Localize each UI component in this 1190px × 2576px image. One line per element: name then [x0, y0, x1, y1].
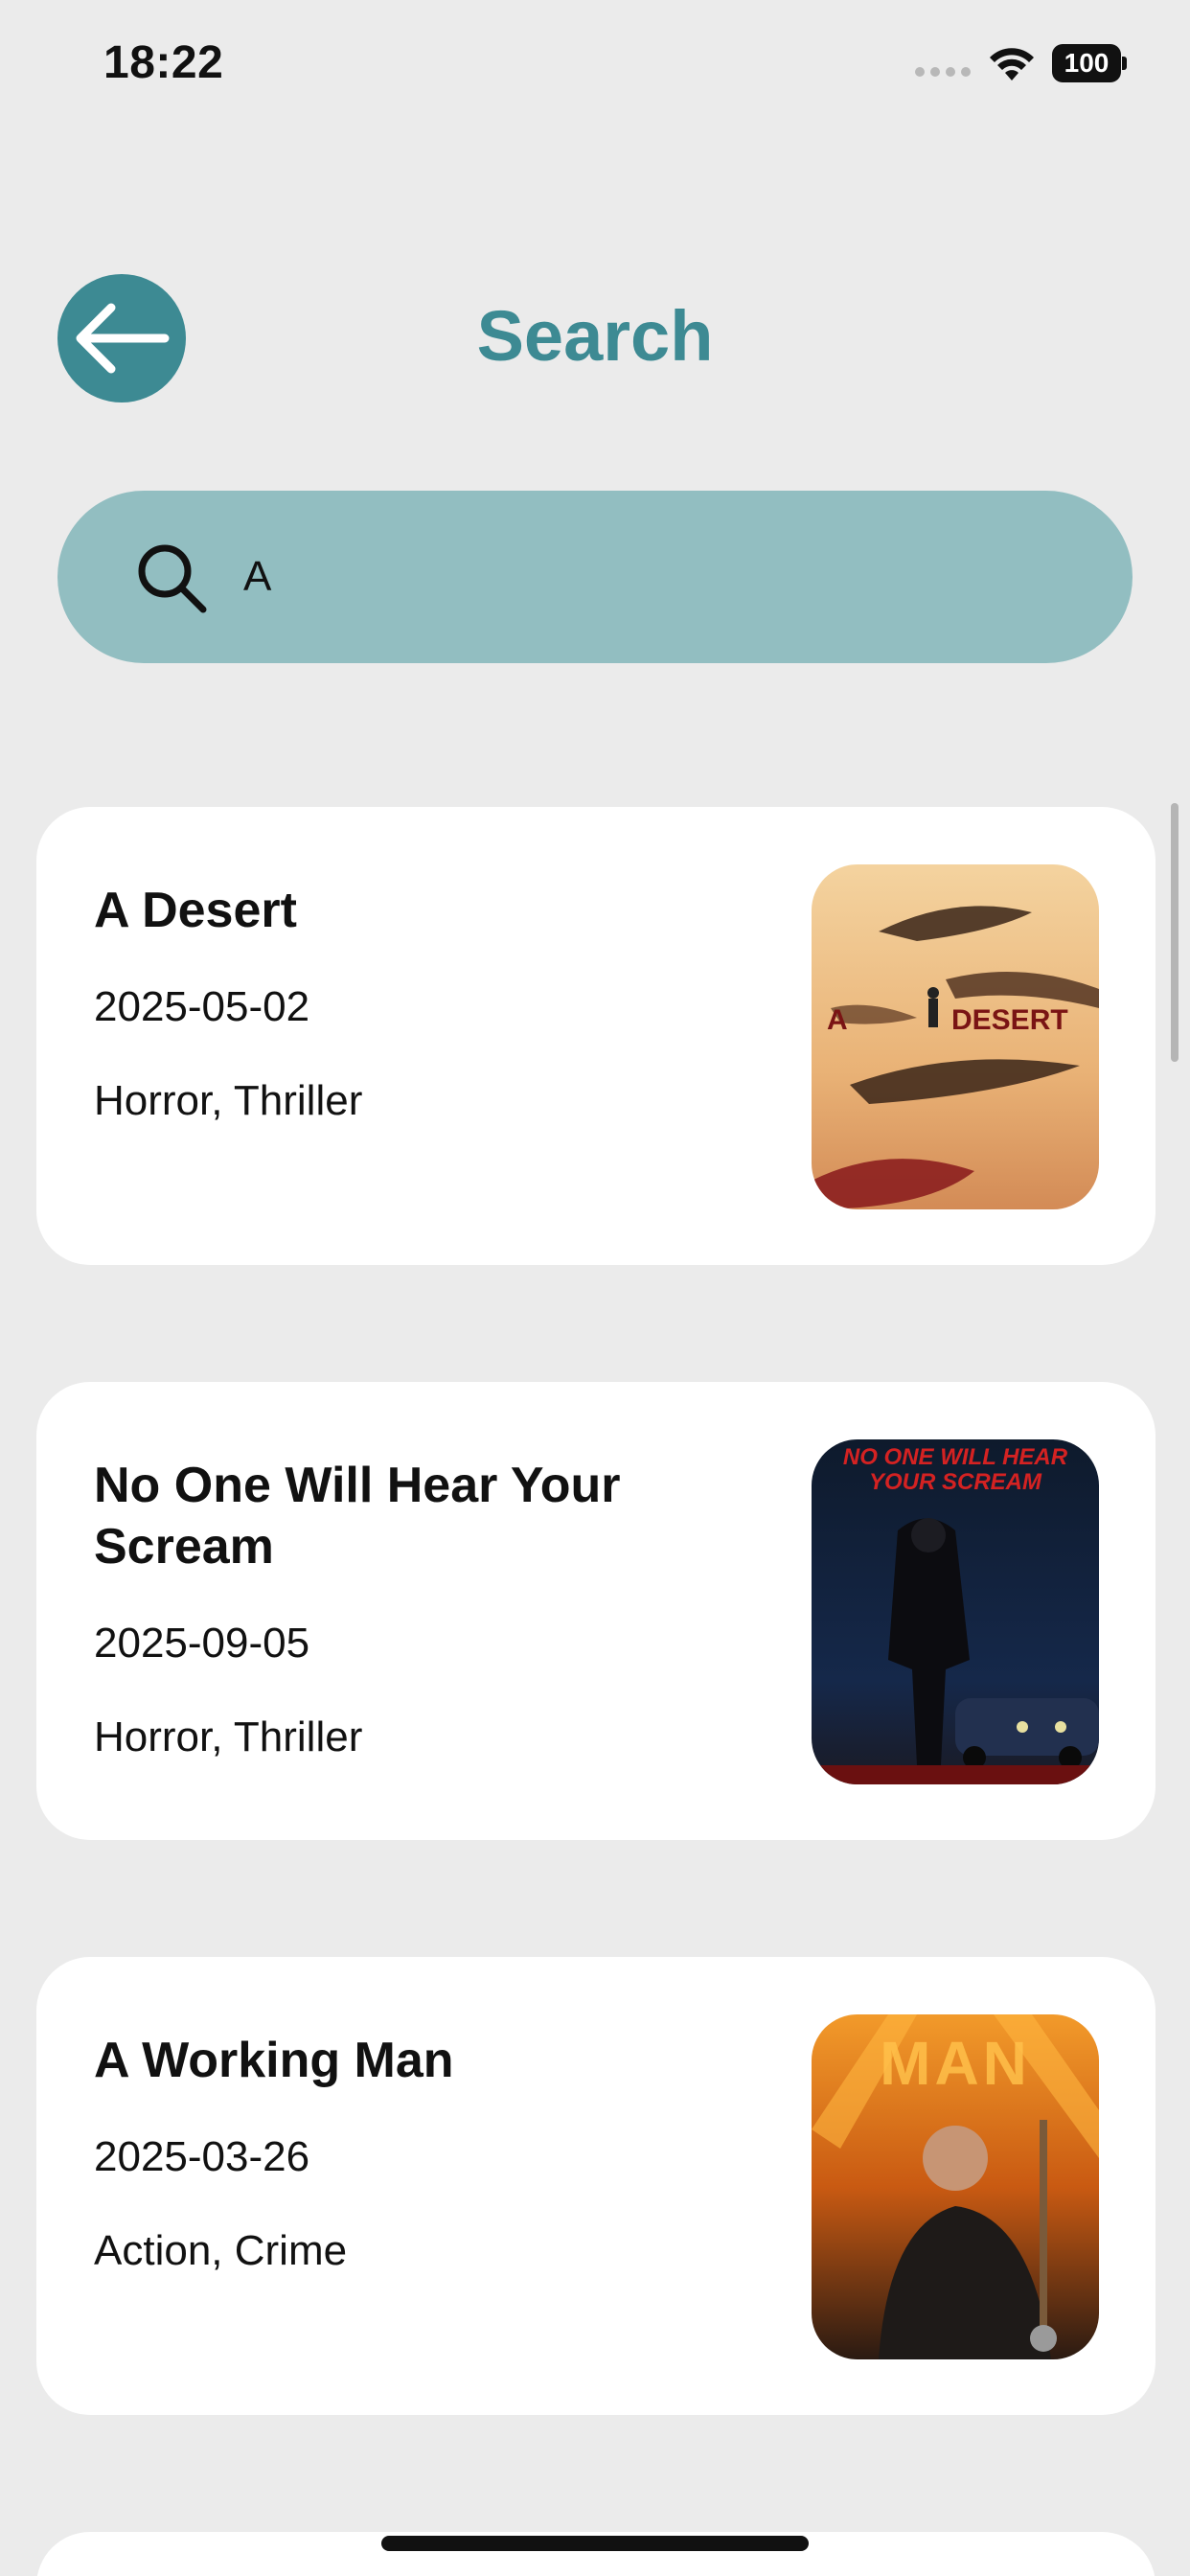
movie-title: A Desert: [94, 883, 297, 938]
release-date: 2025-09-05: [94, 1620, 310, 1667]
movie-genres: Action, Crime: [94, 2227, 348, 2274]
movie-poster: MAN: [812, 2014, 1099, 2359]
page-title: Search: [476, 296, 714, 376]
result-card[interactable]: A Desert 2025-05-02 Horror, Thriller A D…: [36, 807, 1156, 1265]
search-icon: [138, 544, 207, 613]
movie-poster: NO ONE WILL HEAR YOUR SCREAM: [812, 1439, 1099, 1784]
result-card[interactable]: No One Will Hear Your Scream 2025-09-05 …: [36, 1382, 1156, 1840]
movie-poster: A DESERT: [812, 864, 1099, 1209]
release-date: 2025-03-26: [94, 2133, 310, 2180]
battery-level: 100: [1052, 44, 1121, 82]
poster-title-left: A: [827, 1004, 848, 1036]
poster-title: MAN: [880, 2029, 1031, 2098]
movie-title: A Working Man: [94, 2033, 454, 2088]
battery-icon: 100: [1052, 44, 1127, 82]
result-card[interactable]: A Working Man 2025-03-26 Action, Crime M…: [36, 1957, 1156, 2415]
cellular-signal-icon: [915, 67, 971, 77]
movie-genres: Horror, Thriller: [94, 1077, 363, 1124]
poster-title: NO ONE WILL HEAR YOUR SCREAM: [842, 1444, 1068, 1495]
movie-title: No One Will Hear Your Scream: [94, 1458, 621, 1575]
status-time: 18:22: [103, 37, 224, 88]
release-date: 2025-05-02: [94, 983, 310, 1030]
home-indicator[interactable]: [381, 2536, 809, 2551]
search-input[interactable]: [243, 529, 1087, 625]
poster-title-right: DESERT: [951, 1004, 1068, 1036]
status-bar: 18:22 100: [0, 0, 1190, 134]
search-bar[interactable]: [57, 491, 1133, 663]
wifi-icon: [990, 48, 1034, 80]
movie-genres: Horror, Thriller: [94, 1714, 363, 1760]
scroll-indicator[interactable]: [1171, 803, 1179, 1062]
